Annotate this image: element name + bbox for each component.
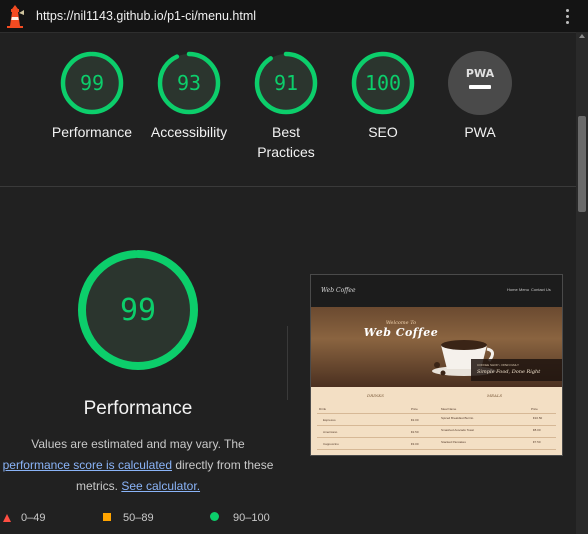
thumb-cell: €10.50	[533, 416, 543, 420]
pwa-label: PWA	[464, 124, 496, 140]
accessibility-score: 93	[177, 71, 201, 95]
legend-fail-label: 0–49	[21, 512, 46, 524]
thumb-cell: Spiced Breakfast Burrito	[441, 416, 474, 420]
average-square-icon	[103, 513, 111, 521]
gauge-pwa[interactable]: PWA PWA	[430, 50, 530, 142]
legend-average: 50–89	[103, 512, 154, 524]
gauge-performance[interactable]: 99 Performance	[42, 50, 142, 142]
thumb-nav-home: Home	[507, 287, 518, 292]
final-screenshot-thumbnail[interactable]: Web Coffee Home Menu Contact Us Welcome …	[310, 274, 563, 456]
thumb-cell: Cappuccino	[323, 442, 339, 446]
gauge-best-practices[interactable]: 91 Best Practices	[236, 50, 336, 162]
pwa-badge-text: PWA	[466, 67, 495, 80]
best-practices-score: 91	[274, 71, 298, 95]
thumb-th-meal: Meal Name	[441, 407, 457, 411]
seo-label: SEO	[368, 124, 398, 140]
thumb-drinks-title: DRINKS	[367, 393, 385, 398]
thumb-th-drink: Drink	[319, 407, 327, 411]
thumb-banner-small: COFFEE SHOP • OPEN DAILY	[477, 363, 519, 367]
score-legend: 0–49 50–89 90–100	[0, 512, 300, 530]
thumb-row-line	[317, 437, 556, 438]
thumb-navbar: Web Coffee Home Menu Contact Us	[311, 275, 562, 307]
thumb-cell: €8.00	[533, 428, 541, 432]
lighthouse-logo-icon	[7, 5, 24, 28]
thumb-row-line	[317, 449, 556, 450]
legend-fail: 0–49	[3, 512, 45, 524]
section-divider	[0, 186, 576, 187]
thumb-row-line	[317, 413, 556, 414]
thumb-banner: COFFEE SHOP • OPEN DAILY Simple Food, Do…	[471, 359, 562, 381]
accessibility-gauge-icon: 93	[157, 51, 221, 115]
more-menu-icon[interactable]	[560, 8, 574, 26]
top-bar: https://nil1143.github.io/p1-ci/menu.htm…	[0, 0, 588, 33]
scrollbar-thumb[interactable]	[578, 116, 586, 212]
best-practices-label: Best Practices	[257, 124, 315, 160]
thumb-cell: Americano	[323, 430, 338, 434]
performance-score: 99	[80, 71, 104, 95]
see-calculator-link[interactable]: See calculator.	[121, 479, 200, 493]
seo-score: 100	[365, 71, 401, 95]
performance-description: Values are estimated and may vary. The p…	[0, 434, 276, 497]
thumb-th-price2: Price	[531, 407, 538, 411]
thumb-th-price1: Price	[411, 407, 418, 411]
vertical-divider	[287, 326, 288, 400]
seo-gauge-icon: 100	[351, 51, 415, 115]
thumb-cell: €3.00	[411, 442, 419, 446]
thumb-row-line	[317, 425, 556, 426]
scroll-up-icon[interactable]	[579, 34, 585, 38]
performance-title: Performance	[83, 398, 193, 419]
report-url[interactable]: https://nil1143.github.io/p1-ci/menu.htm…	[36, 9, 256, 23]
performance-large-score: 99	[120, 293, 156, 328]
performance-label: Performance	[51, 124, 133, 140]
thumb-cell: €7.50	[533, 440, 541, 444]
thumb-cell: €2.50	[411, 430, 419, 434]
score-calculation-link[interactable]: performance score is calculated	[3, 458, 172, 472]
thumb-hero: Welcome To Web Coffee COFFEE SHOP • OPEN…	[311, 307, 562, 387]
legend-pass: 90–100	[210, 512, 270, 524]
gauge-accessibility[interactable]: 93 Accessibility	[139, 50, 239, 142]
thumb-brand: Web Coffee	[321, 287, 356, 294]
gauge-seo[interactable]: 100 SEO	[333, 50, 433, 142]
thumb-cell: Smashed Avocado Toast	[441, 428, 474, 432]
thumb-cell: Stacked Pancakes	[441, 440, 466, 444]
thumb-cell: Espresso	[323, 418, 336, 422]
performance-gauge-icon: 99	[60, 51, 124, 115]
accessibility-label: Accessibility	[150, 124, 228, 140]
thumb-nav-contact: Contact Us	[531, 287, 551, 292]
legend-pass-label: 90–100	[233, 512, 270, 524]
legend-average-label: 50–89	[123, 512, 154, 524]
performance-large-gauge-icon: 99	[78, 250, 198, 370]
fail-triangle-icon	[3, 514, 11, 522]
pwa-badge-icon: PWA	[448, 51, 512, 115]
page-scrollbar[interactable]	[576, 32, 588, 534]
category-gauges: 99 Performance 93 Accessibility 91 Best …	[0, 32, 576, 186]
best-practices-gauge-icon: 91	[254, 51, 318, 115]
desc-text-1: Values are estimated and may vary. The	[31, 437, 245, 451]
thumb-banner-text: Simple Food, Done Right	[477, 369, 541, 375]
pass-circle-icon	[210, 512, 219, 521]
thumb-nav-menu: Menu	[519, 287, 530, 292]
thumb-cell: €2.00	[411, 418, 419, 422]
thumb-meals-title: MEALS	[487, 393, 503, 398]
